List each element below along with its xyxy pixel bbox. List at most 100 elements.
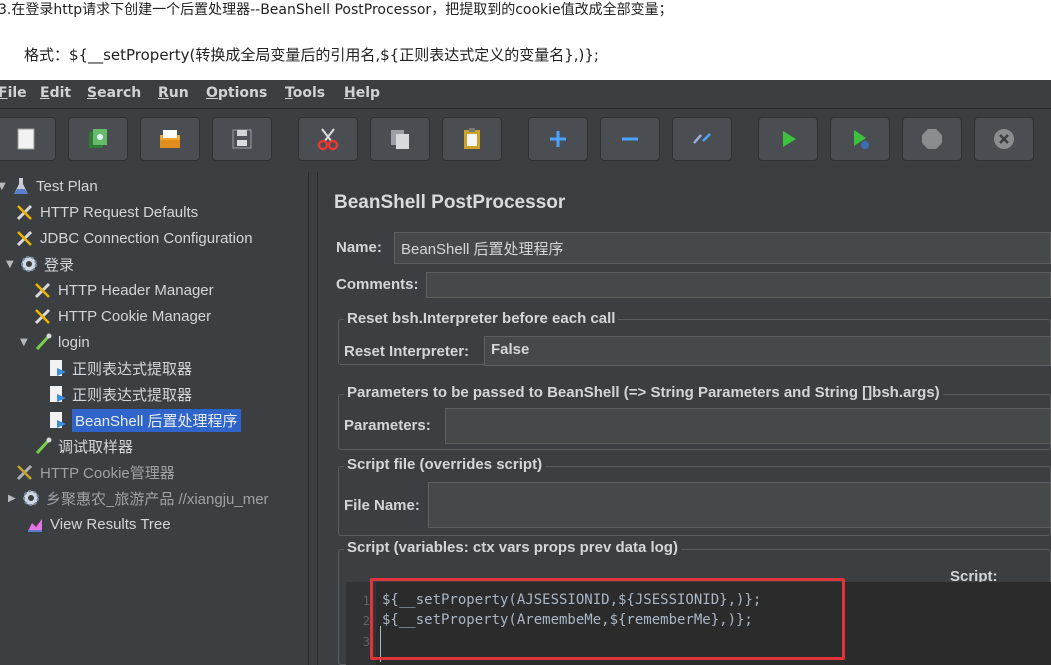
chevron-down-icon[interactable]: ▼ bbox=[0, 181, 10, 192]
tree-item-label: HTTP Cookie Manager bbox=[58, 307, 212, 325]
save-icon bbox=[232, 129, 252, 149]
post-processor-icon bbox=[46, 410, 68, 430]
expand-all-button[interactable] bbox=[528, 117, 588, 161]
reset-interpreter-select[interactable]: False bbox=[484, 336, 1051, 366]
tree-item-http-cookie-manager[interactable]: HTTP Cookie Manager bbox=[32, 304, 211, 328]
reset-group-title: Reset bsh.Interpreter before each call bbox=[344, 310, 619, 327]
stop-icon bbox=[922, 129, 942, 149]
tree-item-label: 乡聚惠农_旅游产品 //xiangju_mer bbox=[46, 490, 269, 508]
open-icon bbox=[160, 130, 180, 148]
new-icon bbox=[17, 128, 35, 150]
toolbar bbox=[0, 109, 1051, 171]
script-group-title: Script (variables: ctx vars props prev d… bbox=[344, 539, 681, 556]
flask-icon bbox=[10, 176, 32, 196]
chevron-down-icon[interactable]: ▼ bbox=[20, 337, 32, 348]
copy-button[interactable] bbox=[370, 117, 430, 161]
chart-icon bbox=[24, 514, 46, 534]
line-number: 2 bbox=[362, 614, 370, 628]
chevron-down-icon[interactable]: ▼ bbox=[6, 259, 18, 270]
collapse-all-button[interactable] bbox=[600, 117, 660, 161]
menu-edit[interactable]: Edit bbox=[40, 85, 71, 101]
save-button[interactable] bbox=[212, 117, 272, 161]
paste-icon bbox=[464, 128, 480, 149]
cut-button[interactable] bbox=[298, 117, 358, 161]
reset-interpreter-label: Reset Interpreter: bbox=[344, 343, 470, 360]
wrench-icon bbox=[14, 462, 36, 482]
start-icon bbox=[783, 131, 796, 147]
tree-item-view-results-tree[interactable]: View Results Tree bbox=[24, 512, 171, 536]
wrench-icon bbox=[32, 280, 54, 300]
wrench-icon bbox=[32, 306, 54, 326]
split-pane-divider[interactable] bbox=[308, 172, 318, 665]
tree-item-label: HTTP Header Manager bbox=[58, 281, 214, 299]
tree-item-http-cookie-manager-disabled[interactable]: HTTP Cookie管理器 bbox=[14, 460, 175, 484]
post-processor-icon bbox=[46, 358, 68, 378]
paste-button[interactable] bbox=[442, 117, 502, 161]
comments-field[interactable] bbox=[426, 272, 1051, 298]
tree-item-travel-products-group[interactable]: ▶ 乡聚惠农_旅游产品 //xiangju_mer bbox=[8, 486, 269, 510]
toggle-button[interactable] bbox=[672, 117, 732, 161]
format-instruction: 格式：${__setProperty(转换成全局变量后的引用名,${正则表达式定… bbox=[24, 46, 599, 64]
tree-item-label: Test Plan bbox=[36, 177, 98, 195]
tree-item-debug-sampler[interactable]: 调试取样器 bbox=[32, 434, 133, 458]
parameters-label: Parameters: bbox=[344, 417, 431, 434]
name-field[interactable]: BeanShell 后置处理程序 bbox=[394, 232, 1051, 264]
tree-item-http-request-defaults[interactable]: HTTP Request Defaults bbox=[14, 200, 198, 224]
chevron-right-icon[interactable]: ▶ bbox=[8, 493, 20, 504]
document-header: 3.在登录http请求下创建一个后置处理器--BeanShell PostPro… bbox=[0, 0, 1051, 80]
tree-item-label: 调试取样器 bbox=[58, 438, 134, 456]
menu-search[interactable]: Search bbox=[87, 85, 141, 101]
gear-icon bbox=[18, 254, 40, 274]
tree-item-login-sampler[interactable]: ▼ login bbox=[20, 330, 90, 354]
wrench-icon bbox=[14, 202, 36, 222]
tree-item-test-plan[interactable]: ▼ Test Plan bbox=[0, 174, 98, 198]
menu-help[interactable]: Help bbox=[344, 85, 380, 101]
cut-icon bbox=[317, 128, 339, 151]
new-button[interactable] bbox=[0, 117, 56, 161]
start-no-pauses-button[interactable] bbox=[830, 117, 890, 161]
wrench-icon bbox=[14, 228, 36, 248]
menu-run[interactable]: Run bbox=[158, 85, 189, 101]
start-button[interactable] bbox=[758, 117, 818, 161]
test-plan-tree: ▼ Test Plan HTTP Request Defaults JDBC C… bbox=[0, 172, 308, 665]
open-button[interactable] bbox=[140, 117, 200, 161]
gear-icon bbox=[20, 488, 42, 508]
expand-icon bbox=[550, 131, 566, 147]
parameters-group-title: Parameters to be passed to BeanShell (=>… bbox=[344, 384, 943, 401]
shutdown-icon bbox=[994, 129, 1014, 149]
toggle-icon bbox=[693, 133, 711, 144]
tree-item-regex-extractor-1[interactable]: 正则表达式提取器 bbox=[46, 356, 192, 380]
tree-item-label: 登录 bbox=[44, 256, 75, 274]
parameters-field[interactable] bbox=[445, 408, 1051, 444]
menu-file[interactable]: File bbox=[0, 85, 27, 101]
pipette-icon bbox=[32, 332, 54, 352]
name-label: Name: bbox=[336, 239, 382, 256]
line-number: 1 bbox=[362, 594, 370, 608]
tree-item-label: 正则表达式提取器 bbox=[72, 386, 193, 404]
collapse-icon bbox=[622, 137, 638, 141]
tree-item-jdbc-connection[interactable]: JDBC Connection Configuration bbox=[14, 226, 253, 250]
tree-item-login-group[interactable]: ▼ 登录 bbox=[6, 252, 74, 276]
menu-options[interactable]: Options bbox=[206, 85, 267, 101]
tree-item-label: login bbox=[58, 333, 90, 351]
tree-item-label: 正则表达式提取器 bbox=[72, 360, 193, 378]
menu-tools[interactable]: Tools bbox=[285, 85, 325, 101]
tree-item-beanshell-postprocessor[interactable]: BeanShell 后置处理程序 bbox=[46, 408, 241, 432]
templates-button[interactable] bbox=[68, 117, 128, 161]
tree-item-http-header-manager[interactable]: HTTP Header Manager bbox=[32, 278, 214, 302]
tree-item-label: View Results Tree bbox=[50, 515, 171, 533]
stop-button[interactable] bbox=[902, 117, 962, 161]
shutdown-button[interactable] bbox=[974, 117, 1034, 161]
menu-bar: File Edit Search Run Options Tools Help bbox=[0, 80, 1051, 109]
comments-label: Comments: bbox=[336, 276, 419, 293]
tree-item-regex-extractor-2[interactable]: 正则表达式提取器 bbox=[46, 382, 192, 406]
pipette-icon bbox=[32, 436, 54, 456]
start-no-pauses-icon bbox=[854, 130, 869, 149]
tree-item-label: JDBC Connection Configuration bbox=[40, 229, 253, 247]
highlight-box bbox=[370, 578, 845, 660]
file-name-field[interactable] bbox=[428, 482, 1051, 528]
templates-icon bbox=[89, 129, 107, 148]
tree-item-label: HTTP Cookie管理器 bbox=[40, 464, 175, 482]
copy-icon bbox=[391, 130, 409, 149]
tree-item-label: BeanShell 后置处理程序 bbox=[72, 408, 241, 432]
